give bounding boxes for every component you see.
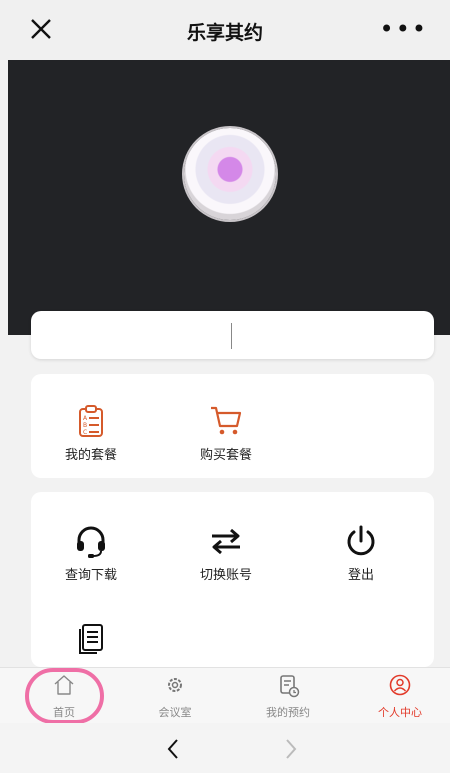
switch-account-label: 切换账号 bbox=[199, 568, 252, 583]
logout-label: 登出 bbox=[347, 568, 374, 583]
switch-account-button[interactable]: 切换账号 bbox=[176, 524, 276, 583]
calendar-doc-icon bbox=[280, 675, 300, 698]
svg-text:A: A bbox=[83, 415, 88, 422]
query-download-button[interactable]: 查询下载 bbox=[41, 524, 141, 583]
username-card[interactable] bbox=[31, 311, 434, 359]
settings-gear-icon bbox=[168, 678, 182, 692]
my-packages-label: 我的套餐 bbox=[64, 448, 117, 463]
nav-my-reservations-label: 我的预约 bbox=[266, 706, 310, 719]
actions-card: 查询下载 切换账号 登出 bbox=[31, 492, 434, 667]
nav-meeting-room-label: 会议室 bbox=[158, 706, 192, 719]
headset-icon bbox=[77, 526, 105, 558]
logout-button[interactable]: 登出 bbox=[311, 524, 411, 583]
swap-arrows-icon bbox=[212, 528, 240, 555]
text-cursor bbox=[231, 323, 232, 349]
user-circle-icon bbox=[389, 674, 411, 696]
back-arrow-icon[interactable] bbox=[166, 738, 180, 760]
nav-my-reservations[interactable]: 我的预约 bbox=[243, 668, 333, 724]
document-list-icon bbox=[79, 624, 103, 654]
power-icon bbox=[347, 525, 375, 556]
query-download-label: 查询下载 bbox=[64, 568, 117, 583]
svg-text:C: C bbox=[83, 429, 87, 436]
document-list-button[interactable] bbox=[41, 622, 141, 656]
buy-package-button[interactable]: 购买套餐 bbox=[176, 404, 276, 463]
nav-meeting-room[interactable]: 会议室 bbox=[130, 668, 220, 724]
top-bar: 乐享其约 ••• bbox=[0, 0, 450, 60]
svg-text:B: B bbox=[83, 422, 87, 429]
buy-package-label: 购买套餐 bbox=[199, 448, 252, 463]
nav-profile[interactable]: 个人中心 bbox=[355, 668, 445, 724]
browser-toolbar bbox=[0, 723, 450, 773]
package-card: A B C 我的套餐 购买套餐 bbox=[31, 374, 434, 478]
nav-profile-label: 个人中心 bbox=[378, 706, 422, 719]
highlight-circle bbox=[25, 668, 104, 724]
profile-hero bbox=[8, 60, 450, 335]
avatar[interactable] bbox=[184, 128, 276, 220]
forward-arrow-icon[interactable] bbox=[284, 738, 298, 760]
clipboard-list-icon: A B C bbox=[79, 405, 103, 437]
shopping-cart-icon bbox=[211, 406, 242, 435]
my-packages-button[interactable]: A B C 我的套餐 bbox=[41, 404, 141, 463]
more-menu-button[interactable]: ••• bbox=[380, 17, 428, 41]
